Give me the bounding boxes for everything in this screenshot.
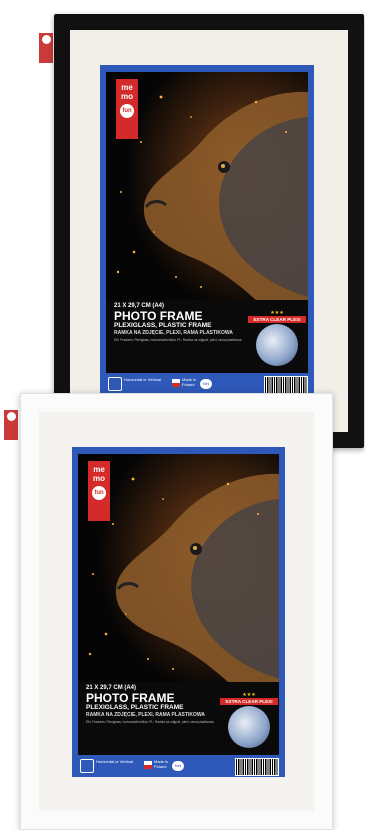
- barcode-icon: [264, 376, 308, 394]
- insert-description: EN: Features: Plexiglass, horizontal/ver…: [86, 720, 215, 724]
- insert-right-border: [308, 65, 314, 395]
- footer-extra: Mini: [172, 761, 184, 771]
- insert-top-border: [100, 65, 314, 72]
- logo-dot: fun: [120, 104, 134, 118]
- insert-subtitle-pl: RAMKA NA ZDJĘCIE, PLEXI, RAMA PLASTIKOWA: [86, 712, 205, 718]
- insert-top-border: [72, 447, 285, 454]
- insert-footer: Horizontal or Vertical Made in Poland Mi…: [100, 373, 314, 395]
- footer-orientation: Horizontal or Vertical: [124, 377, 161, 382]
- insert-info: 21 X 29,7 CM (A4) PHOTO FRAME PLEXIGLASS…: [86, 685, 216, 724]
- logo-text: me mo: [121, 83, 133, 101]
- white-photo-frame: me mo fun 21 X 29,7 CM (A4) PHOTO FRAME …: [20, 393, 333, 830]
- frame-insert-card: me mo fun 21 X 29,7 CM (A4) PHOTO FRAME …: [72, 447, 285, 777]
- logo-text: me mo: [93, 465, 105, 483]
- insert-footer: Horizontal or Vertical Made in Poland Mi…: [72, 755, 285, 777]
- hanger-tag-icon: [39, 33, 53, 63]
- plexi-sample-icon: [228, 706, 270, 748]
- extra-clear-badge: ★★★ EXTRA CLEAR PLEXI: [248, 310, 306, 370]
- insert-title: PHOTO FRAME: [114, 309, 203, 323]
- insert-left-border: [100, 65, 106, 395]
- insert-info: 21 X 29,7 CM (A4) PHOTO FRAME PLEXIGLASS…: [114, 303, 244, 342]
- memo-logo: me mo fun: [116, 79, 138, 139]
- extra-clear-badge: ★★★ EXTRA CLEAR PLEXI: [220, 692, 278, 752]
- hanger-tag-icon: [4, 410, 18, 440]
- barcode-icon: [235, 758, 279, 776]
- badge-label: EXTRA CLEAR PLEXI: [220, 698, 278, 705]
- black-photo-frame: me mo fun 21 X 29,7 CM (A4) PHOTO FRAME …: [54, 14, 364, 448]
- orientation-icon: [108, 377, 122, 391]
- frame-mat: me mo fun 21 X 29,7 CM (A4) PHOTO FRAME …: [70, 30, 348, 432]
- orientation-icon: [80, 759, 94, 773]
- insert-left-border: [72, 447, 78, 777]
- badge-label: EXTRA CLEAR PLEXI: [248, 316, 306, 323]
- footer-made-in: Made in Poland: [154, 759, 169, 769]
- footer-made-in: Made in Poland: [182, 377, 197, 387]
- frame-mat: me mo fun 21 X 29,7 CM (A4) PHOTO FRAME …: [39, 412, 314, 811]
- insert-subtitle-en: PLEXIGLASS, PLASTIC FRAME: [86, 704, 184, 711]
- insert-title: PHOTO FRAME: [86, 691, 175, 705]
- insert-description: EN: Features: Plexiglass, horizontal/ver…: [114, 338, 243, 342]
- footer-orientation: Horizontal or Vertical: [96, 759, 133, 764]
- insert-right-border: [279, 447, 285, 777]
- frame-insert-card: me mo fun 21 X 29,7 CM (A4) PHOTO FRAME …: [100, 65, 314, 395]
- poland-flag-icon: [172, 379, 180, 387]
- memo-logo: me mo fun: [88, 461, 110, 521]
- plexi-sample-icon: [256, 324, 298, 366]
- insert-subtitle-pl: RAMKA NA ZDJĘCIE, PLEXI, RAMA PLASTIKOWA: [114, 330, 233, 336]
- footer-extra: Mini: [200, 379, 212, 389]
- logo-dot: fun: [92, 486, 106, 500]
- poland-flag-icon: [144, 761, 152, 769]
- insert-subtitle-en: PLEXIGLASS, PLASTIC FRAME: [114, 322, 212, 329]
